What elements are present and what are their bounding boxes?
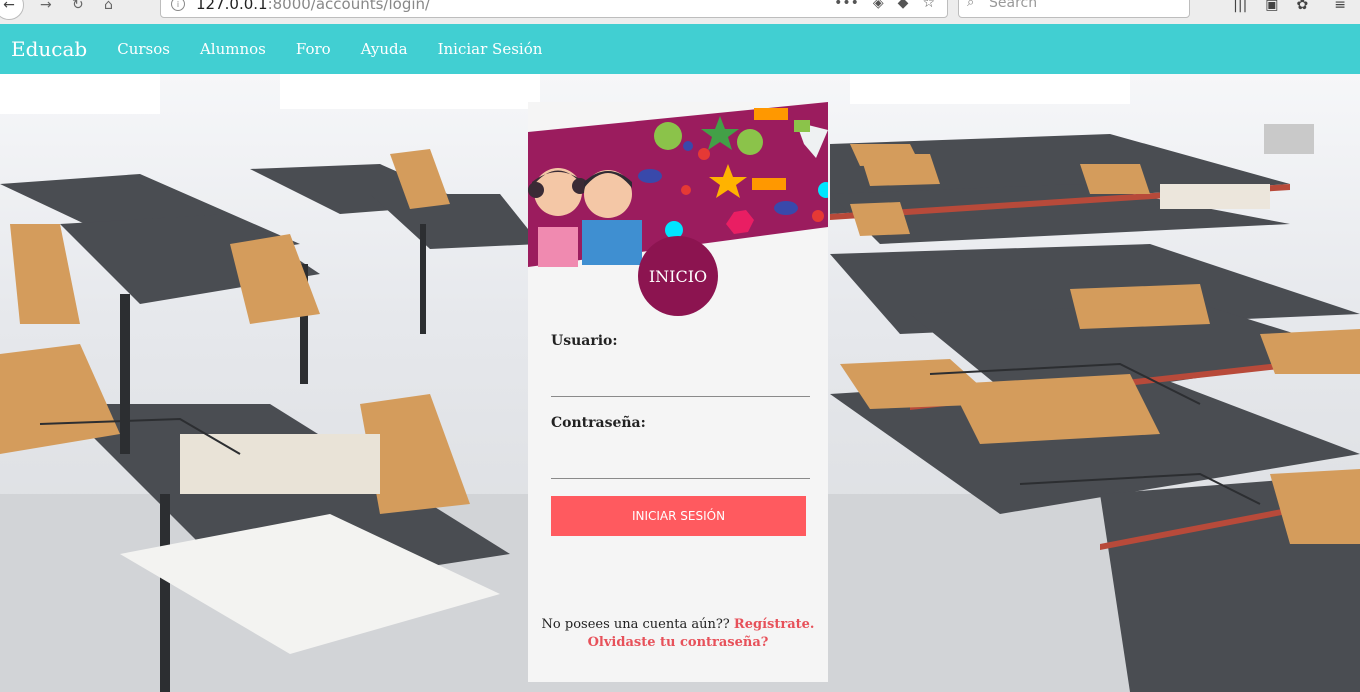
info-icon[interactable]: i	[171, 0, 185, 11]
browser-chrome: ← → ↻ ⌂ i 127.0.0.1:8000/accounts/login/…	[0, 0, 1360, 25]
page-actions-icon[interactable]: •••	[834, 0, 859, 11]
url-host: 127.0.0.1	[196, 0, 268, 13]
nav-alumnos[interactable]: Alumnos	[200, 40, 266, 58]
url-bar[interactable]: i 127.0.0.1:8000/accounts/login/ ••• ◈ ◆…	[160, 0, 948, 18]
url-text: 127.0.0.1:8000/accounts/login/	[196, 0, 430, 13]
menu-icon[interactable]: ≡	[1334, 0, 1346, 13]
nav-ayuda[interactable]: Ayuda	[361, 40, 408, 58]
search-placeholder: Search	[989, 0, 1038, 11]
forgot-password-link[interactable]: Olvidaste tu contraseña?	[588, 635, 769, 650]
nav-cursos[interactable]: Cursos	[117, 40, 170, 58]
register-link[interactable]: Regístrate.	[734, 617, 815, 632]
password-label: Contraseña:	[551, 415, 646, 431]
site-navbar: Educab Cursos Alumnos Foro Ayuda Iniciar…	[0, 24, 1360, 74]
home-icon[interactable]: ⌂	[104, 0, 113, 13]
reload-icon[interactable]: ↻	[72, 0, 84, 13]
brand-logo[interactable]: Educab	[11, 37, 87, 61]
forward-button[interactable]: →	[40, 0, 52, 13]
search-icon: ⌕	[967, 0, 975, 10]
sidebar-icon[interactable]: ▣	[1265, 0, 1278, 13]
shield-icon[interactable]: ◆	[898, 0, 909, 11]
extension-icon[interactable]: ✿	[1297, 0, 1309, 13]
login-submit-button[interactable]: INICIAR SESIÓN	[551, 496, 806, 536]
password-input[interactable]	[551, 450, 810, 479]
no-account-text: No posees una cuenta aún??	[541, 617, 730, 632]
username-label: Usuario:	[551, 333, 618, 349]
search-input[interactable]: ⌕ Search	[958, 0, 1190, 18]
library-icon[interactable]: |||	[1233, 0, 1247, 13]
url-path: :8000/accounts/login/	[267, 0, 431, 13]
star-icon[interactable]: ☆	[922, 0, 935, 11]
pocket-icon[interactable]: ◈	[873, 0, 884, 11]
signup-footer: No posees una cuenta aún?? Regístrate. O…	[528, 616, 828, 652]
nav-foro[interactable]: Foro	[296, 40, 331, 58]
username-input[interactable]	[551, 368, 810, 397]
login-card: INICIO Usuario: Contraseña: INICIAR SESI…	[528, 102, 828, 682]
inicio-badge: INICIO	[638, 236, 718, 316]
nav-iniciar-sesion[interactable]: Iniciar Sesión	[438, 40, 543, 58]
back-button[interactable]: ←	[0, 0, 24, 20]
